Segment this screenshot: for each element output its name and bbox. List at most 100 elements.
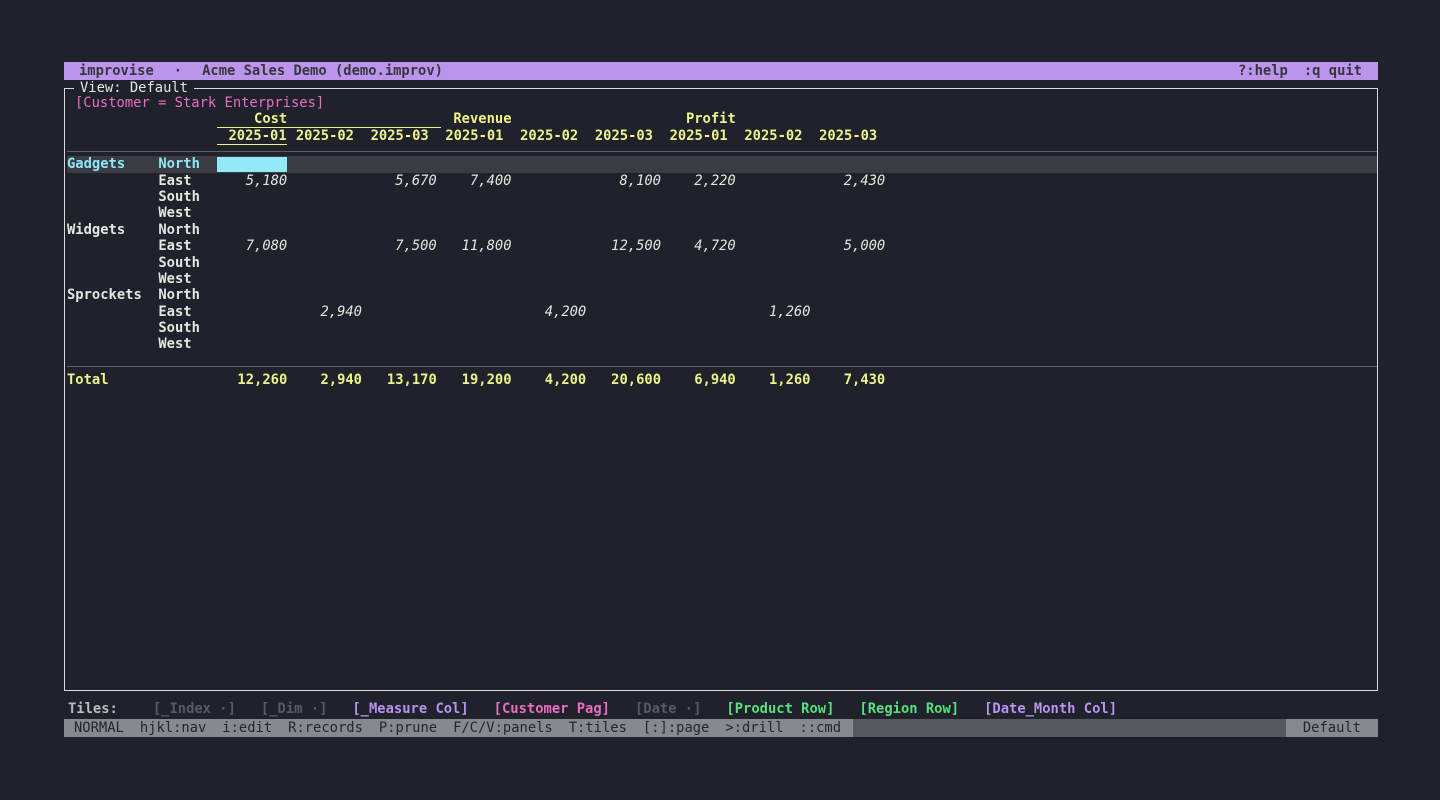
cell-value[interactable] — [441, 156, 516, 172]
table-row[interactable]: West — [67, 205, 1377, 221]
tile-product-row[interactable]: [Product Row] — [726, 701, 834, 717]
cell-value[interactable] — [291, 255, 366, 271]
cell-value[interactable] — [590, 255, 665, 271]
cell-value[interactable]: 11,800 — [441, 238, 516, 254]
cell-value[interactable] — [665, 205, 740, 221]
table-row[interactable]: South — [67, 320, 1377, 336]
cell-value[interactable] — [740, 255, 815, 271]
measure-group-cost[interactable]: Cost — [217, 111, 441, 127]
cell-value[interactable] — [815, 222, 890, 238]
tile-region-row[interactable]: [Region Row] — [859, 701, 959, 717]
month-header[interactable]: 2025-03 — [815, 128, 890, 144]
cell-value[interactable] — [366, 336, 441, 352]
cell-value[interactable] — [815, 271, 890, 287]
cell-value[interactable] — [291, 189, 366, 205]
cell-value[interactable] — [665, 156, 740, 172]
cell-value[interactable] — [665, 304, 740, 320]
month-header[interactable]: 2025-03 — [590, 128, 665, 144]
tile-date-month-col[interactable]: [Date_Month Col] — [984, 701, 1117, 717]
cell-value[interactable] — [516, 336, 591, 352]
cell-value[interactable] — [291, 336, 366, 352]
month-header[interactable]: 2025-02 — [291, 128, 366, 144]
cell-value[interactable] — [441, 222, 516, 238]
cell-value[interactable] — [516, 287, 591, 303]
measure-group-revenue[interactable]: Revenue — [441, 111, 665, 127]
cell-value[interactable] — [217, 271, 292, 287]
month-header[interactable]: 2025-01 — [441, 128, 516, 144]
cell-value[interactable] — [441, 189, 516, 205]
cell-value[interactable] — [590, 271, 665, 287]
cell-value[interactable] — [590, 222, 665, 238]
cell-value[interactable] — [740, 320, 815, 336]
cell-value[interactable]: 7,080 — [217, 238, 292, 254]
cell-value[interactable] — [291, 287, 366, 303]
cell-value[interactable] — [217, 287, 292, 303]
cell-value[interactable] — [516, 238, 591, 254]
cell-value[interactable]: 12,500 — [590, 238, 665, 254]
cell-value[interactable]: 5,180 — [217, 173, 292, 189]
month-header[interactable]: 2025-01 — [665, 128, 740, 144]
tile-date[interactable]: [Date ·] — [635, 701, 701, 717]
cell-value[interactable] — [590, 287, 665, 303]
cell-value[interactable] — [815, 205, 890, 221]
tile-index[interactable]: [_Index ·] — [153, 701, 236, 717]
cell-value[interactable] — [291, 271, 366, 287]
table-row[interactable]: West — [67, 271, 1377, 287]
cell-value[interactable] — [815, 304, 890, 320]
cell-value[interactable] — [815, 156, 890, 172]
measure-group-profit[interactable]: Profit — [665, 111, 889, 127]
cell-value[interactable] — [441, 320, 516, 336]
cell-value[interactable] — [665, 271, 740, 287]
cell-value[interactable] — [441, 271, 516, 287]
cell-value[interactable] — [665, 222, 740, 238]
cell-value[interactable] — [516, 156, 591, 172]
table-row[interactable]: East 7,0807,50011,80012,5004,7205,000 — [67, 238, 1377, 254]
month-header[interactable]: 2025-02 — [740, 128, 815, 144]
table-row[interactable]: South — [67, 189, 1377, 205]
cell-value[interactable] — [366, 189, 441, 205]
cell-value[interactable] — [815, 287, 890, 303]
cell-value[interactable] — [516, 255, 591, 271]
table-row[interactable]: West — [67, 336, 1377, 352]
cell-value[interactable] — [217, 255, 292, 271]
cell-value[interactable] — [366, 255, 441, 271]
cell-value[interactable] — [740, 271, 815, 287]
cell-value[interactable] — [441, 336, 516, 352]
cell-value[interactable] — [740, 222, 815, 238]
cell-value[interactable] — [366, 156, 441, 172]
cell-value[interactable]: 5,000 — [815, 238, 890, 254]
cell-value[interactable] — [590, 336, 665, 352]
cell-value[interactable] — [740, 287, 815, 303]
cell-value[interactable] — [291, 238, 366, 254]
cell-value[interactable] — [291, 320, 366, 336]
cell-value[interactable] — [291, 222, 366, 238]
cell-value[interactable]: 2,220 — [665, 173, 740, 189]
cell-value[interactable]: 7,500 — [366, 238, 441, 254]
cell-value[interactable] — [740, 205, 815, 221]
cell-value[interactable] — [516, 271, 591, 287]
cell-value[interactable]: 2,430 — [815, 173, 890, 189]
cell-value[interactable]: 1,260 — [740, 304, 815, 320]
cell-value[interactable] — [815, 255, 890, 271]
tile-customer-pag[interactable]: [Customer Pag] — [494, 701, 610, 717]
cell-value[interactable] — [366, 222, 441, 238]
cell-value[interactable] — [441, 287, 516, 303]
cell-value[interactable] — [516, 173, 591, 189]
cell-value[interactable] — [217, 189, 292, 205]
cell-value[interactable] — [217, 320, 292, 336]
table-row[interactable]: East 2,9404,2001,260 — [67, 304, 1377, 320]
tile-dim[interactable]: [_Dim ·] — [261, 701, 327, 717]
cell-value[interactable]: 4,200 — [516, 304, 591, 320]
cell-value[interactable] — [366, 271, 441, 287]
table-row[interactable]: South — [67, 255, 1377, 271]
cell-value[interactable] — [590, 304, 665, 320]
tile-measure-col[interactable]: [_Measure Col] — [352, 701, 468, 717]
cell-value[interactable] — [590, 156, 665, 172]
cell-value[interactable] — [217, 304, 292, 320]
cell-value[interactable] — [815, 320, 890, 336]
cell-value[interactable] — [441, 255, 516, 271]
cell-value[interactable] — [217, 205, 292, 221]
month-header[interactable]: 2025-01 — [217, 128, 292, 144]
cell-value[interactable]: 7,400 — [441, 173, 516, 189]
cell-value[interactable] — [590, 205, 665, 221]
